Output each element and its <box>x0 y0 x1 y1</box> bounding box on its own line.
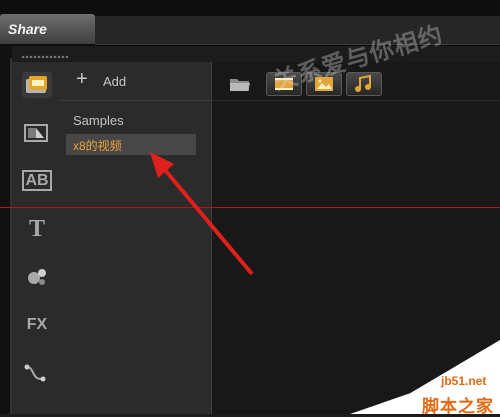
watermark-brand: 脚本之家 <box>422 397 494 416</box>
share-tab[interactable]: Share <box>0 14 95 44</box>
graphic-icon[interactable] <box>22 264 52 290</box>
title-ab-text: AB <box>22 170 52 191</box>
folder-icon[interactable] <box>229 76 251 93</box>
audio-filter-icon[interactable] <box>346 72 382 96</box>
divider <box>212 100 500 101</box>
motion-path-icon[interactable] <box>22 360 52 386</box>
text-icon[interactable]: T <box>22 216 52 242</box>
add-label[interactable]: Add <box>103 74 126 89</box>
library-item-samples[interactable]: Samples <box>73 113 124 128</box>
title-ab-icon[interactable]: AB <box>22 168 52 194</box>
filter-icon[interactable]: FX <box>22 312 52 338</box>
divider <box>60 100 211 101</box>
annotation-arrow <box>150 152 254 276</box>
add-icon[interactable]: + <box>76 69 90 89</box>
panel-grip[interactable] <box>21 55 69 59</box>
transition-icon[interactable] <box>22 120 52 146</box>
watermark-site: jb51.net <box>441 374 487 388</box>
library-item-x8-videos[interactable]: x8的视频 <box>73 137 122 154</box>
media-library-icon[interactable] <box>22 72 52 98</box>
